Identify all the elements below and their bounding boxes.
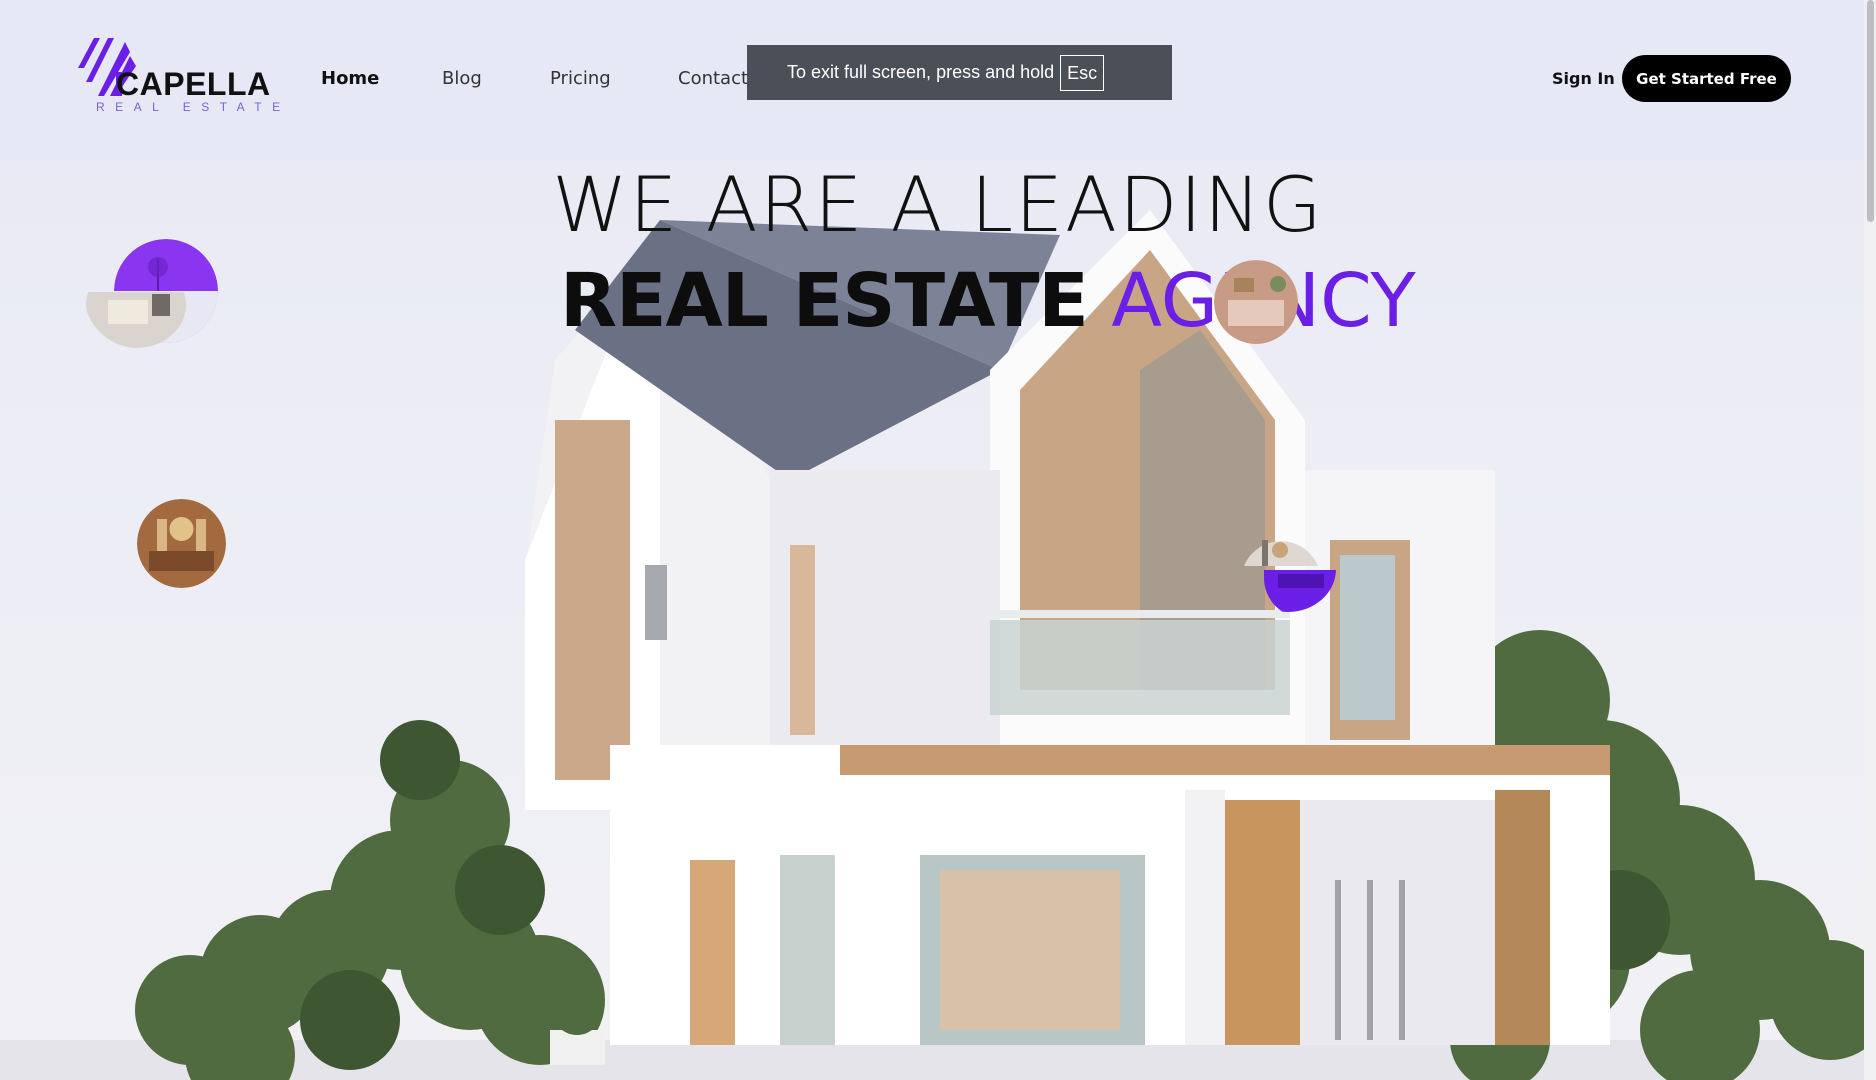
toast-message: To exit full screen, press and hold	[787, 62, 1055, 82]
get-started-button[interactable]: Get Started Free	[1622, 55, 1791, 102]
nav-pricing[interactable]: Pricing	[550, 68, 611, 89]
nav-contact[interactable]: Contact	[678, 68, 748, 89]
brand-tagline: REAL ESTATE	[96, 100, 291, 114]
interior-bubble-dining-hall	[137, 499, 226, 588]
page-scrollbar[interactable]	[1864, 0, 1876, 1080]
scrollbar-thumb[interactable]	[1867, 0, 1874, 222]
interior-bubble-bedroom	[1214, 260, 1298, 344]
hero-headline-bold: REAL ESTATE	[560, 258, 1089, 344]
nav-home[interactable]: Home	[321, 68, 379, 89]
hero-headline-line1: WE ARE A LEADING	[552, 160, 1324, 249]
fullscreen-exit-toast: To exit full screen, press and hold Esc	[747, 45, 1172, 100]
nav-blog[interactable]: Blog	[442, 68, 482, 89]
sign-in-link[interactable]: Sign In	[1552, 69, 1615, 88]
brand-name[interactable]: CAPELLA	[116, 66, 271, 103]
interior-bubble-purple-sofa	[1244, 540, 1336, 612]
esc-key-badge: Esc	[1060, 54, 1105, 91]
interior-bubble-living-room	[86, 292, 186, 348]
